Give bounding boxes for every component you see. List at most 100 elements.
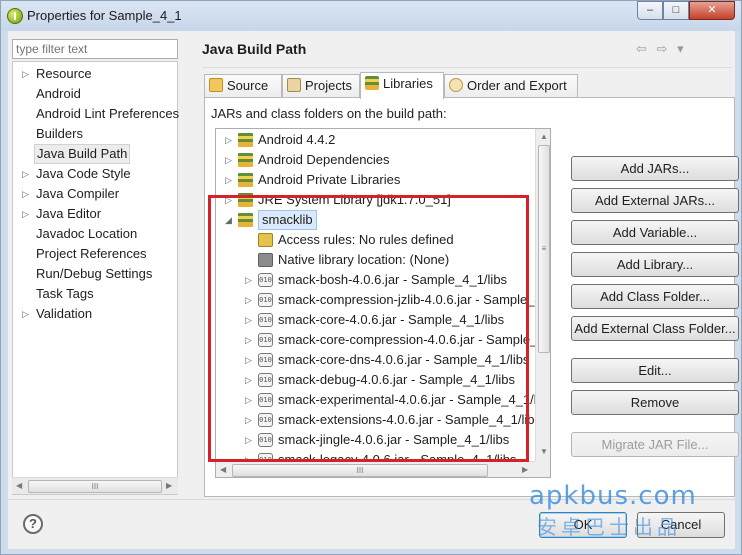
- add-external-jars-button[interactable]: Add External JARs...: [571, 188, 739, 213]
- expand-arrow-icon[interactable]: ▷: [245, 370, 252, 390]
- expand-arrow-icon[interactable]: ▷: [22, 304, 29, 324]
- filter-input[interactable]: [12, 39, 178, 59]
- remove-button[interactable]: Remove: [571, 390, 739, 415]
- expand-arrow-icon[interactable]: ▷: [245, 330, 252, 350]
- tree-item-label: smack-experimental-4.0.6.jar - Sample_4_…: [278, 392, 551, 407]
- tree-item[interactable]: Access rules: No rules defined: [216, 230, 534, 250]
- nav-item[interactable]: Android Lint Preferences: [13, 104, 179, 124]
- expand-arrow-icon[interactable]: ▷: [245, 390, 252, 410]
- scroll-up-arrow-icon[interactable]: ▲: [540, 132, 548, 141]
- build-path-heading: JARs and class folders on the build path…: [211, 106, 447, 121]
- view-menu-icon[interactable]: ▾: [677, 41, 684, 56]
- tree-item-label: smack-extensions-4.0.6.jar - Sample_4_1/…: [278, 412, 542, 427]
- expand-arrow-icon[interactable]: ▷: [225, 130, 232, 150]
- expand-arrow-icon[interactable]: ▷: [225, 170, 232, 190]
- libraries-horizontal-scrollbar[interactable]: ◀ III ▶: [216, 461, 535, 477]
- tree-item[interactable]: ▷ 010 smack-core-4.0.6.jar - Sample_4_1/li…: [216, 310, 534, 330]
- dialog-client-area: ▷ Resource Android Android Lint Preferences…: [8, 31, 739, 549]
- expand-arrow-icon[interactable]: ▷: [22, 184, 29, 204]
- expand-arrow-icon[interactable]: ▷: [245, 430, 252, 450]
- tree-item-label: smack-core-compression-4.0.6.jar - Sampl…: [278, 332, 550, 347]
- scrollbar-thumb[interactable]: III: [232, 464, 488, 477]
- edit-button[interactable]: Edit...: [571, 358, 739, 383]
- add-external-class-folder-button[interactable]: Add External Class Folder...: [571, 316, 739, 341]
- tree-item[interactable]: ▷ 010 smack-extensions-4.0.6.jar - Sample_…: [216, 410, 541, 430]
- tree-item[interactable]: ▷ Android 4.4.2: [216, 130, 534, 150]
- expand-arrow-icon[interactable]: ▷: [22, 164, 29, 184]
- nav-horizontal-scrollbar[interactable]: ◀ III ▶: [12, 477, 178, 494]
- add-jars-button[interactable]: Add JARs...: [571, 156, 739, 181]
- nav-item[interactable]: Run/Debug Settings: [13, 264, 177, 284]
- libraries-vertical-scrollbar[interactable]: ▲ ≡ ▼: [535, 129, 550, 461]
- expand-arrow-icon[interactable]: ▷: [245, 310, 252, 330]
- watermark-logo: apkbus.com: [529, 481, 697, 511]
- tree-item[interactable]: ▷ 010 smack-bosh-4.0.6.jar - Sample_4_1/li…: [216, 270, 534, 290]
- properties-window: Properties for Sample_4_1 – □ ✕ ▷ Resourc…: [0, 0, 742, 555]
- add-class-folder-button[interactable]: Add Class Folder...: [571, 284, 739, 309]
- nav-item[interactable]: Android: [13, 84, 177, 104]
- maximize-button[interactable]: □: [663, 1, 689, 20]
- expand-arrow-icon[interactable]: ▷: [245, 290, 252, 310]
- tree-item[interactable]: ◢ smacklib: [216, 210, 534, 230]
- tree-item[interactable]: ▷ 010 smack-core-compression-4.0.6.jar - S…: [216, 330, 550, 350]
- minimize-button[interactable]: –: [637, 1, 663, 20]
- expand-arrow-icon[interactable]: ▷: [225, 150, 232, 170]
- help-icon[interactable]: ?: [23, 514, 43, 534]
- migrate-jar-button[interactable]: Migrate JAR File...: [571, 432, 739, 457]
- expand-arrow-icon[interactable]: ▷: [22, 204, 29, 224]
- expand-arrow-icon[interactable]: ▷: [245, 270, 252, 290]
- back-arrow-icon[interactable]: ⇦: [636, 41, 647, 56]
- nav-item[interactable]: Builders: [13, 124, 177, 144]
- collapse-arrow-icon[interactable]: ◢: [225, 210, 232, 230]
- expand-arrow-icon[interactable]: ▷: [245, 350, 252, 370]
- tab-projects[interactable]: Projects: [282, 74, 360, 98]
- scroll-down-arrow-icon[interactable]: ▼: [540, 447, 548, 456]
- nav-item[interactable]: Java Build Path: [13, 144, 177, 164]
- add-variable-button[interactable]: Add Variable...: [571, 220, 739, 245]
- tab-order-and-export[interactable]: Order and Export: [444, 74, 578, 98]
- scroll-left-arrow-icon[interactable]: ◀: [220, 465, 226, 474]
- tab-source[interactable]: Source: [204, 74, 282, 98]
- tree-item[interactable]: ▷ Android Dependencies: [216, 150, 534, 170]
- scrollbar-thumb[interactable]: ≡: [538, 145, 550, 353]
- nav-item[interactable]: ▷ Java Compiler: [13, 184, 177, 204]
- property-pages-tree: ▷ Resource Android Android Lint Preferences…: [12, 61, 179, 495]
- title-bar[interactable]: Properties for Sample_4_1 – □ ✕: [1, 1, 741, 31]
- nav-item[interactable]: ▷ Java Editor: [13, 204, 177, 224]
- scroll-right-arrow-icon[interactable]: ▶: [166, 481, 172, 490]
- tree-item[interactable]: ▷ 010 smack-compression-jzlib-4.0.6.jar - …: [216, 290, 550, 310]
- tree-item-label: smacklib: [258, 210, 317, 230]
- tree-item[interactable]: ▷ Android Private Libraries: [216, 170, 534, 190]
- scroll-right-arrow-icon[interactable]: ▶: [522, 465, 528, 474]
- nav-item-label: Project References: [36, 246, 147, 261]
- add-library-button[interactable]: Add Library...: [571, 252, 739, 277]
- tree-item[interactable]: ▷ 010 smack-debug-4.0.6.jar - Sample_4_1/l…: [216, 370, 534, 390]
- nav-item[interactable]: ▷ Java Code Style: [13, 164, 177, 184]
- tab-libraries[interactable]: Libraries: [360, 72, 444, 99]
- nav-item[interactable]: Task Tags: [13, 284, 177, 304]
- forward-arrow-icon[interactable]: ⇨: [657, 41, 668, 56]
- libraries-tab-content: JARs and class folders on the build path…: [204, 97, 739, 497]
- scrollbar-thumb[interactable]: III: [28, 480, 162, 493]
- scrollbar-corner: [535, 461, 550, 477]
- close-button[interactable]: ✕: [689, 1, 735, 20]
- expand-arrow-icon[interactable]: ▷: [245, 410, 252, 430]
- nav-item[interactable]: Project References: [13, 244, 177, 264]
- tree-item[interactable]: ▷ 010 smack-experimental-4.0.6.jar - Sampl…: [216, 390, 550, 410]
- tree-item-label: smack-core-4.0.6.jar - Sample_4_1/libs: [278, 312, 505, 327]
- libraries-tree[interactable]: ▷ Android 4.4.2 ▷ Android Dependencies ▷ Andr…: [215, 128, 551, 478]
- tree-item[interactable]: ▷ 010 smack-jingle-4.0.6.jar - Sample_4_1/…: [216, 430, 534, 450]
- expand-arrow-icon[interactable]: ▷: [22, 64, 29, 84]
- tab-label: Libraries: [383, 76, 433, 91]
- tree-item[interactable]: Native library location: (None): [216, 250, 534, 270]
- tree-item-label: Android Private Libraries: [258, 172, 401, 187]
- watermark-subtitle: 安卓巴士出品: [537, 515, 681, 539]
- scroll-left-arrow-icon[interactable]: ◀: [16, 481, 22, 490]
- nav-item[interactable]: ▷ Resource: [13, 64, 177, 84]
- tree-item[interactable]: ▷ JRE System Library [jdk1.7.0_51]: [216, 190, 534, 210]
- expand-arrow-icon[interactable]: ▷: [225, 190, 232, 210]
- tree-item[interactable]: ▷ 010 smack-core-dns-4.0.6.jar - Sample_4_…: [216, 350, 534, 370]
- nav-item-label: Task Tags: [36, 286, 94, 301]
- nav-item[interactable]: Javadoc Location: [13, 224, 177, 244]
- nav-item[interactable]: ▷ Validation: [13, 304, 177, 324]
